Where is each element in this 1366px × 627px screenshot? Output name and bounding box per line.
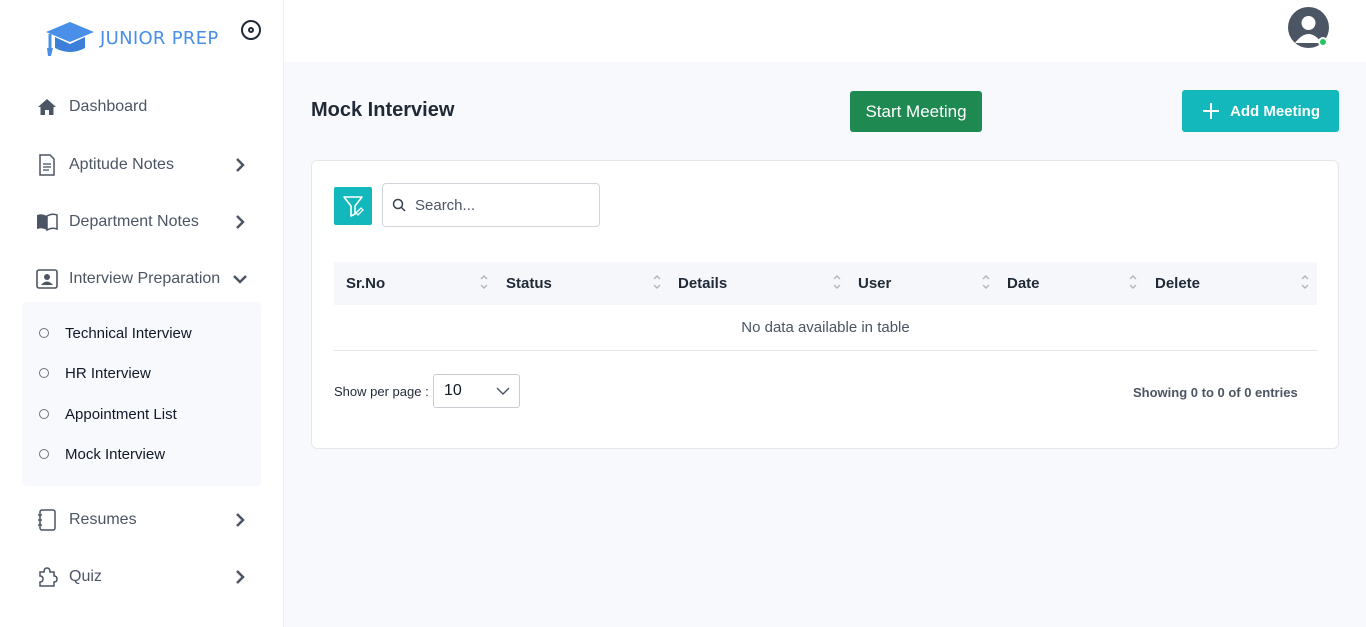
submenu-item-technical-interview[interactable]: Technical Interview (39, 322, 192, 344)
add-meeting-button[interactable]: Add Meeting (1182, 90, 1339, 132)
sidebar-toggle-button[interactable] (241, 20, 261, 40)
brand-name: JUNIOR PREP (100, 27, 219, 49)
search-input[interactable] (415, 196, 585, 214)
submenu-item-label: HR Interview (65, 364, 151, 382)
column-header-details[interactable]: Details (678, 262, 727, 305)
circle-bullet-icon (39, 409, 49, 419)
start-meeting-button[interactable]: Start Meeting (850, 91, 982, 132)
sidebar-item-quiz[interactable]: Quiz (36, 562, 251, 592)
sidebar-item-label: Interview Preparation (69, 270, 221, 287)
submenu-item-mock-interview[interactable]: Mock Interview (39, 443, 165, 465)
chevron-right-icon (233, 512, 247, 528)
column-header-delete[interactable]: Delete (1155, 262, 1200, 305)
submenu-item-hr-interview[interactable]: HR Interview (39, 362, 151, 384)
online-status-badge (1318, 37, 1328, 47)
sidebar-item-dashboard[interactable]: Dashboard (36, 92, 251, 122)
submenu-item-label: Technical Interview (65, 324, 192, 342)
plus-icon (1203, 103, 1219, 119)
chevron-right-icon (233, 214, 247, 230)
sidebar-item-label: Department Notes (69, 213, 199, 230)
submenu-item-appointment-list[interactable]: Appointment List (39, 403, 177, 425)
sidebar-item-aptitude-notes[interactable]: Aptitude Notes (36, 150, 251, 180)
entries-info: Showing 0 to 0 of 0 entries (1133, 385, 1298, 400)
per-page-label: Show per page : (334, 384, 429, 399)
sidebar-item-resumes[interactable]: Resumes (36, 505, 251, 535)
chevron-down-icon (233, 271, 247, 287)
home-icon (36, 96, 58, 118)
search-field (382, 183, 600, 227)
sidebar-item-label: Resumes (69, 511, 137, 528)
interview-preparation-submenu: Technical Interview HR Interview Appoint… (22, 302, 261, 486)
chevron-right-icon (233, 157, 247, 173)
page-title: Mock Interview (311, 99, 455, 121)
table-empty-row: No data available in table (334, 305, 1317, 351)
sidebar-item-interview-preparation[interactable]: Interview Preparation (36, 264, 251, 294)
book-icon (36, 211, 58, 233)
radio-dot-icon (248, 27, 254, 33)
circle-bullet-icon (39, 449, 49, 459)
circle-bullet-icon (39, 328, 49, 338)
sort-icon[interactable] (479, 272, 489, 292)
column-header-sr-no[interactable]: Sr.No (346, 262, 385, 305)
column-header-date[interactable]: Date (1007, 262, 1040, 305)
filter-button[interactable] (334, 187, 372, 225)
sidebar-item-label: Quiz (69, 568, 102, 585)
submenu-item-label: Mock Interview (65, 445, 166, 463)
puzzle-icon (36, 566, 58, 588)
id-card-icon (36, 268, 58, 290)
brand-logo[interactable]: JUNIOR PREP (42, 18, 219, 58)
add-meeting-label: Add Meeting (1230, 102, 1320, 120)
chevron-down-icon (496, 387, 510, 395)
graduation-cap-icon (46, 22, 94, 56)
sidebar-item-department-notes[interactable]: Department Notes (36, 207, 251, 237)
sort-icon[interactable] (832, 272, 842, 292)
sort-icon[interactable] (1128, 272, 1138, 292)
column-header-status[interactable]: Status (506, 262, 552, 305)
per-page-select[interactable]: 10 (433, 374, 520, 408)
sidebar-item-label: Dashboard (69, 98, 148, 115)
sort-icon[interactable] (981, 272, 991, 292)
search-icon (392, 198, 406, 212)
submenu-item-label: Appointment List (65, 405, 177, 423)
document-icon (36, 154, 58, 176)
per-page-value: 10 (444, 382, 462, 399)
column-header-user[interactable]: User (858, 262, 891, 305)
sort-icon[interactable] (1300, 272, 1310, 292)
sidebar-item-label: Aptitude Notes (69, 156, 174, 173)
meetings-card: Sr.No Status Details User Date Delete No… (311, 160, 1339, 449)
notebook-icon (36, 509, 58, 531)
sidebar: JUNIOR PREP Dashboard Aptitude Notes Dep… (0, 0, 284, 627)
sort-icon[interactable] (652, 272, 662, 292)
table-header: Sr.No Status Details User Date Delete (334, 262, 1317, 305)
filter-icon (343, 196, 364, 217)
circle-bullet-icon (39, 368, 49, 378)
topbar (284, 0, 1366, 62)
chevron-right-icon (233, 569, 247, 585)
